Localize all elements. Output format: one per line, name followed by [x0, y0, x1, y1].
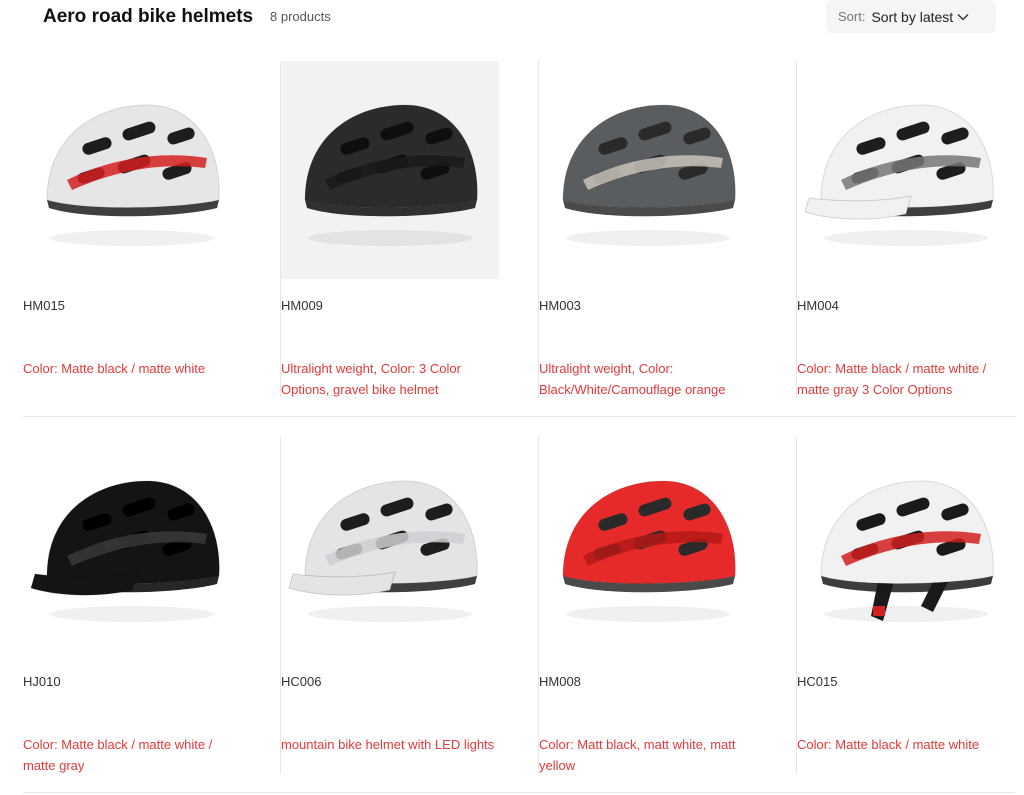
product-code[interactable]: HC006 — [281, 674, 321, 689]
helmet-illustration — [30, 480, 220, 622]
product-image[interactable] — [539, 437, 757, 655]
sort-dropdown[interactable]: Sort: Sort by latest — [826, 0, 996, 33]
sort-value: Sort by latest — [871, 8, 954, 25]
product-code[interactable]: HM004 — [797, 298, 839, 313]
product-description: Color: Matte black / matte white — [797, 737, 980, 752]
product-code[interactable]: HM015 — [23, 298, 65, 313]
product-row: HJ010 Color: Matte black / matte white /… — [23, 437, 1015, 793]
product-description: Color: Matte black / matte white / matte… — [797, 361, 987, 397]
product-image[interactable] — [281, 437, 499, 655]
product-description: Color: Matte black / matte white / matte… — [23, 737, 213, 773]
helmet-illustration — [562, 104, 736, 246]
product-card[interactable]: HM009 Ultralight weight, Color: 3 Color … — [281, 61, 539, 398]
product-image[interactable] — [797, 61, 1015, 279]
helmet-illustration — [820, 480, 994, 622]
helmet-illustration — [288, 480, 478, 622]
product-description: Ultralight weight, Color: Black/White/Ca… — [539, 361, 726, 397]
product-grid: HM015 Color: Matte black / matte white H… — [23, 61, 1015, 793]
product-image[interactable] — [797, 437, 1015, 655]
product-card[interactable]: HM015 Color: Matte black / matte white — [23, 61, 281, 398]
product-description: mountain bike helmet with LED lights — [281, 737, 495, 752]
helmet-illustration — [804, 104, 994, 246]
product-card[interactable]: HJ010 Color: Matte black / matte white /… — [23, 437, 281, 774]
product-description: Ultralight weight, Color: 3 Color Option… — [281, 361, 461, 397]
product-code[interactable]: HM008 — [539, 674, 581, 689]
page-header: Aero road bike helmets 8 products Sort: … — [0, 0, 1024, 40]
product-code[interactable]: HM003 — [539, 298, 581, 313]
product-image[interactable] — [539, 61, 757, 279]
product-code[interactable]: HM009 — [281, 298, 323, 313]
product-card[interactable]: HM003 Ultralight weight, Color: Black/Wh… — [539, 61, 797, 398]
product-code[interactable]: HJ010 — [23, 674, 61, 689]
chevron-down-icon — [957, 13, 969, 21]
product-card[interactable]: HC006 mountain bike helmet with LED ligh… — [281, 437, 539, 774]
product-image[interactable] — [23, 61, 241, 279]
product-code[interactable]: HC015 — [797, 674, 837, 689]
product-card[interactable]: HM008 Color: Matt black, matt white, mat… — [539, 437, 797, 774]
product-description: Color: Matt black, matt white, matt yell… — [539, 737, 736, 773]
product-image[interactable] — [281, 61, 499, 279]
product-description: Color: Matte black / matte white — [23, 361, 206, 376]
helmet-illustration — [304, 104, 478, 246]
product-image[interactable] — [23, 437, 241, 655]
product-count: 8 products — [270, 9, 331, 24]
product-card[interactable]: HM004 Color: Matte black / matte white /… — [797, 61, 1015, 398]
helmet-illustration — [562, 480, 736, 622]
product-row: HM015 Color: Matte black / matte white H… — [23, 61, 1015, 417]
product-card[interactable]: HC015 Color: Matte black / matte white — [797, 437, 1015, 774]
page-title: Aero road bike helmets — [43, 6, 254, 27]
helmet-illustration — [46, 104, 220, 246]
sort-label: Sort: — [838, 9, 866, 24]
